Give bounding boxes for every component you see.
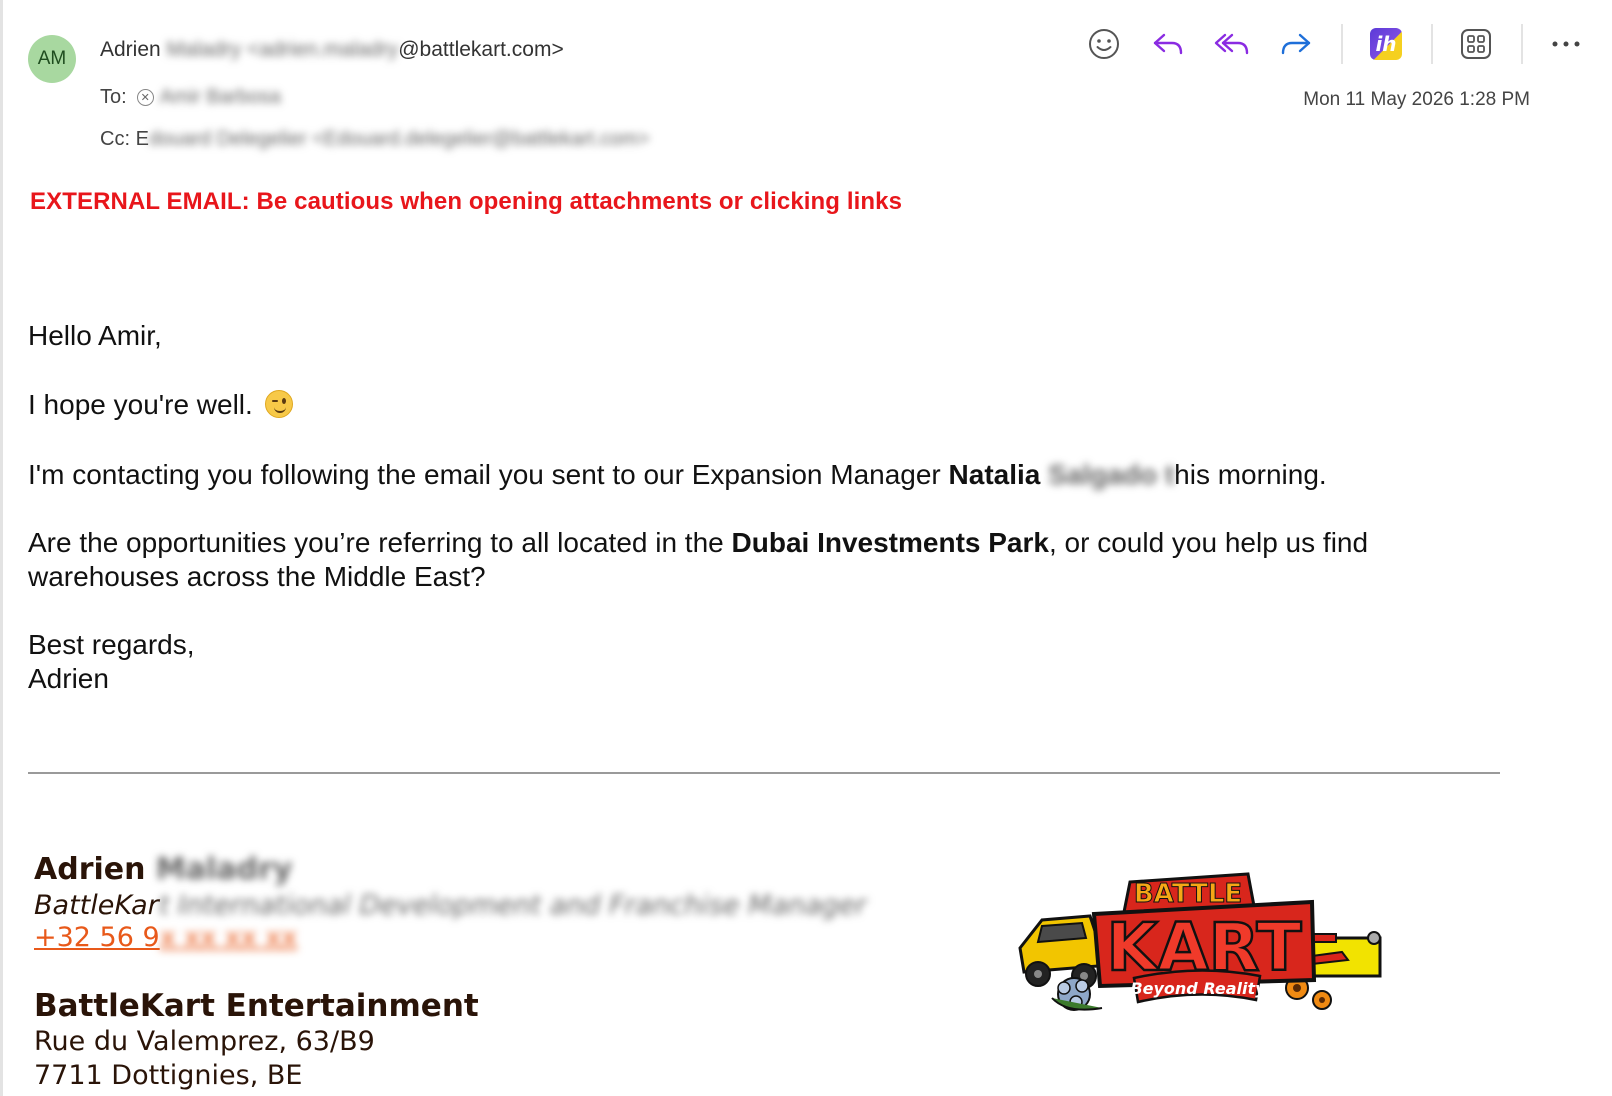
forward-button[interactable] [1277,25,1315,63]
cc-line: Cc: Edouard Delegelier <Edouard.delegeli… [100,128,650,151]
wink-emoji-icon [264,390,293,418]
body-line-3-pre: Are the opportunities you’re referring t… [28,527,732,558]
app-icon: ih [1370,28,1402,60]
battlekart-logo: BATTLE KART Beyond Reality [1018,872,1382,1011]
reply-all-icon [1214,33,1249,55]
reply-icon [1153,33,1183,55]
yellow-kart-graphic [1018,914,1100,989]
body-line-1: I hope you're well. [28,387,293,422]
greeting: Hello Amir, [28,320,162,351]
more-icon [1552,41,1580,47]
body-line-1-text: I hope you're well. [28,389,253,420]
forward-icon [1281,33,1311,55]
left-border [0,0,3,1096]
apps-grid-icon [1461,29,1491,59]
body-line-3-post: , or could you help us find [1048,527,1369,558]
cc-label: Cc: [100,128,130,150]
signature-phone-link[interactable]: +32 56 9x xx xx xx [34,922,297,953]
signature-name: Adrien Maladry [34,852,292,887]
to-line: To: ✕ Amir Barbosa [100,86,281,109]
from-address-redacted: Maladry <adrien.maladry [160,38,399,61]
body-line-3: Are the opportunities you’re referring t… [28,525,1368,560]
emoji-icon [1089,29,1119,59]
reply-button[interactable] [1149,25,1187,63]
add-in-button[interactable]: ih [1367,25,1405,63]
body-line-2-post: his morning. [1174,459,1327,490]
signature-address-line-2: 7711 Dottignies, BE [34,1060,303,1091]
closing: Best regards, [28,629,195,660]
signature-address: Rue du Valemprez, 63/B9 [34,1026,375,1057]
reply-all-button[interactable] [1213,25,1251,63]
from-domain: @battlekart.com> [398,38,564,61]
cc-recipient-redacted[interactable]: douard Delegelier <Edouard.delegelier@ba… [149,128,650,150]
signature-company: BattleKart Entertainment [34,988,479,1024]
remove-recipient-icon[interactable]: ✕ [136,89,154,106]
more-actions-button[interactable] [1547,25,1585,63]
sender-avatar[interactable]: AM [28,35,76,83]
signoff: Adrien [28,663,109,694]
logo-battle-text: BATTLE [1134,879,1242,909]
emoji-reaction-button[interactable] [1085,25,1123,63]
from-name[interactable]: Adrien [100,38,161,61]
body-line-2-pre: I'm contacting you following the email y… [28,459,949,490]
signature-phone-redacted[interactable]: x xx xx xx [160,922,298,953]
external-email-warning: EXTERNAL EMAIL: Be cautious when opening… [30,188,903,215]
signature-title-visible: BattleKar [34,890,159,921]
to-recipient-redacted[interactable]: Amir Barbosa [160,86,281,109]
toolbar-separator [1341,24,1343,64]
toolbar-separator [1521,24,1523,64]
signature-surname-redacted: Maladry [145,852,293,887]
logo-tagline-text: Beyond Reality [1130,979,1266,998]
toolbar-separator [1431,24,1433,64]
signature-phone-visible[interactable]: +32 56 9 [34,922,160,953]
cc-recipient[interactable]: E [136,128,149,150]
expansion-manager-surname-redacted: Salgado t [1040,459,1175,490]
timestamp: Mon 11 May 2026 1:28 PM [1303,89,1530,110]
body-line-2: I'm contacting you following the email y… [28,457,1327,492]
signature-divider [28,772,1500,774]
body-line-3-cont: warehouses across the Middle East? [28,561,486,592]
from-line: Adrien Maladry <adrien.maladry@battlekar… [100,38,564,62]
signature-first-name: Adrien [34,852,146,887]
signature-title: BattleKart International Development and… [34,890,866,921]
signature-title-redacted: t International Development and Franchis… [158,890,867,921]
message-toolbar: ih [1085,24,1611,64]
expansion-manager-name: Natalia [948,459,1041,490]
to-label: To: [100,86,127,108]
location-highlight: Dubai Investments Park [731,527,1049,558]
apps-button[interactable] [1457,25,1495,63]
